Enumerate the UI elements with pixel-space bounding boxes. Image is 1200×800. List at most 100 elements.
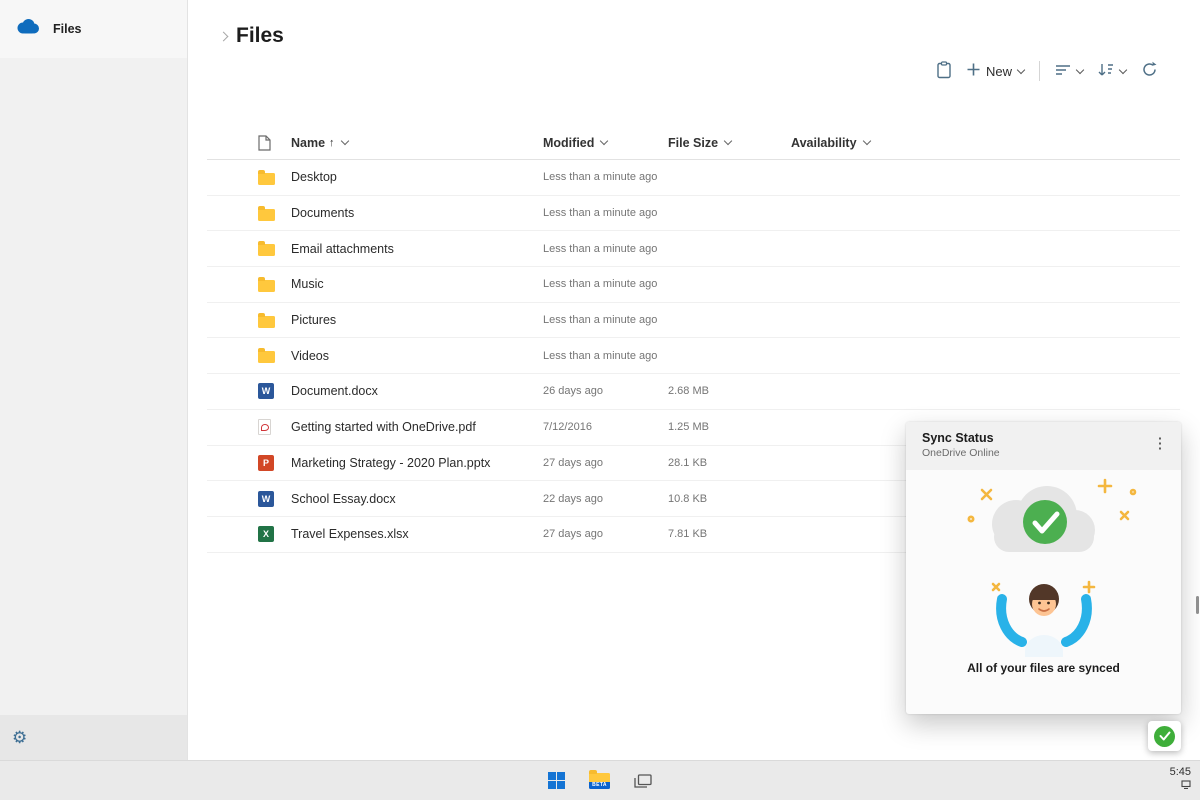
clock: 5:45 xyxy=(1170,766,1191,778)
sync-panel-body: All of your files are synced xyxy=(906,470,1181,675)
beta-badge: BETA xyxy=(589,782,610,789)
word-icon: W xyxy=(258,491,274,507)
file-modified: Less than a minute ago xyxy=(543,314,668,326)
refresh-button[interactable] xyxy=(1141,61,1158,81)
file-name: Travel Expenses.xlsx xyxy=(291,527,543,541)
settings-gear-icon[interactable]: ⚙ xyxy=(12,729,27,746)
table-header: Name ↑ Modified File Size Availability xyxy=(207,126,1180,160)
view-options-button[interactable] xyxy=(1055,64,1083,79)
folder-icon xyxy=(258,244,275,256)
folder-icon xyxy=(258,173,275,185)
file-name: Email attachments xyxy=(291,242,543,256)
table-row[interactable]: Desktop Less than a minute ago xyxy=(207,160,1180,196)
new-button-label: New xyxy=(986,64,1012,79)
file-modified: Less than a minute ago xyxy=(543,278,668,290)
folder-icon xyxy=(258,209,275,221)
file-size: 1.25 MB xyxy=(668,421,791,433)
onedrive-beta-icon: BETA xyxy=(589,772,610,789)
file-modified: 26 days ago xyxy=(543,385,668,397)
clipboard-icon xyxy=(936,61,952,82)
more-options-button[interactable]: ⋮ xyxy=(1147,431,1173,457)
file-modified: Less than a minute ago xyxy=(543,207,668,219)
paste-button[interactable] xyxy=(936,61,952,82)
file-name: Getting started with OneDrive.pdf xyxy=(291,420,543,434)
column-header-size[interactable]: File Size xyxy=(668,136,791,150)
file-modified: 7/12/2016 xyxy=(543,421,668,433)
sync-status-panel: Sync Status OneDrive Online ⋮ xyxy=(906,422,1181,714)
toolbar: New xyxy=(936,58,1158,84)
breadcrumb: Files xyxy=(220,24,284,48)
page-title: Files xyxy=(236,24,284,48)
sync-panel-subtitle: OneDrive Online xyxy=(922,447,1165,459)
file-modified: 22 days ago xyxy=(543,493,668,505)
file-name: School Essay.docx xyxy=(291,492,543,506)
folder-icon xyxy=(258,316,275,328)
onedrive-cloud-icon xyxy=(15,18,41,40)
file-name: Desktop xyxy=(291,170,543,184)
chevron-down-icon xyxy=(1076,65,1084,73)
table-row[interactable]: Music Less than a minute ago xyxy=(207,267,1180,303)
sync-panel-title: Sync Status xyxy=(922,431,1165,445)
column-header-availability[interactable]: Availability xyxy=(791,136,1180,150)
start-button[interactable] xyxy=(548,772,565,789)
sidebar-item-files[interactable]: Files xyxy=(0,0,187,58)
table-row[interactable]: Videos Less than a minute ago xyxy=(207,338,1180,374)
ellipsis-vertical-icon: ⋮ xyxy=(1153,435,1168,452)
word-icon: W xyxy=(258,383,274,399)
file-modified: Less than a minute ago xyxy=(543,171,668,183)
scrollbar-thumb[interactable] xyxy=(1196,596,1199,614)
view-lines-icon xyxy=(1055,64,1071,79)
file-modified: Less than a minute ago xyxy=(543,350,668,362)
chevron-down-icon xyxy=(600,137,608,145)
sidebar: Files ⚙ xyxy=(0,0,188,760)
folder-icon xyxy=(258,351,275,363)
file-name: Marketing Strategy - 2020 Plan.pptx xyxy=(291,456,543,470)
file-name: Music xyxy=(291,277,543,291)
chevron-down-icon xyxy=(862,137,870,145)
taskbar: BETA 5:45 xyxy=(0,760,1200,800)
sort-ascending-icon: ↑ xyxy=(329,137,335,149)
file-name: Videos xyxy=(291,349,543,363)
taskbar-tray: 5:45 xyxy=(1170,766,1191,789)
taskbar-center: BETA xyxy=(0,761,1200,800)
file-size: 28.1 KB xyxy=(668,457,791,469)
table-row[interactable]: Email attachments Less than a minute ago xyxy=(207,231,1180,267)
file-column-icon-header xyxy=(258,135,291,151)
onedrive-app-button[interactable]: BETA xyxy=(589,772,610,789)
chevron-down-icon xyxy=(1017,65,1025,73)
new-button[interactable]: New xyxy=(967,63,1024,79)
pdf-icon xyxy=(258,419,271,435)
file-size: 7.81 KB xyxy=(668,528,791,540)
file-modified: 27 days ago xyxy=(543,528,668,540)
table-row[interactable]: Pictures Less than a minute ago xyxy=(207,303,1180,339)
ppt-icon: P xyxy=(258,455,274,471)
sync-panel-header: Sync Status OneDrive Online ⋮ xyxy=(906,422,1181,470)
plus-icon xyxy=(967,63,980,79)
table-row[interactable]: Documents Less than a minute ago xyxy=(207,196,1180,232)
sidebar-footer: ⚙ xyxy=(0,715,187,760)
table-row[interactable]: W Document.docx 26 days ago 2.68 MB xyxy=(207,374,1180,410)
sort-order-button[interactable] xyxy=(1098,63,1126,79)
file-size: 10.8 KB xyxy=(668,493,791,505)
network-icon[interactable] xyxy=(1170,780,1191,789)
column-header-name[interactable]: Name ↑ xyxy=(291,136,543,150)
file-modified: 27 days ago xyxy=(543,457,668,469)
excel-icon: X xyxy=(258,526,274,542)
file-modified: Less than a minute ago xyxy=(543,243,668,255)
file-name: Documents xyxy=(291,206,543,220)
file-name: Document.docx xyxy=(291,384,543,398)
chevron-down-icon xyxy=(724,137,732,145)
synced-check-icon xyxy=(1154,726,1175,747)
toolbar-divider xyxy=(1039,61,1040,81)
sync-status-tray-button[interactable] xyxy=(1148,721,1181,751)
file-size: 2.68 MB xyxy=(668,385,791,397)
column-header-modified[interactable]: Modified xyxy=(543,136,668,150)
folder-icon xyxy=(258,280,275,292)
sync-status-message: All of your files are synced xyxy=(967,661,1120,675)
task-view-button[interactable] xyxy=(634,774,652,788)
task-view-icon xyxy=(634,774,652,788)
refresh-icon xyxy=(1141,61,1158,81)
windows-logo-icon xyxy=(548,772,565,789)
sidebar-item-label: Files xyxy=(53,22,82,36)
chevron-right-icon[interactable] xyxy=(219,31,229,41)
